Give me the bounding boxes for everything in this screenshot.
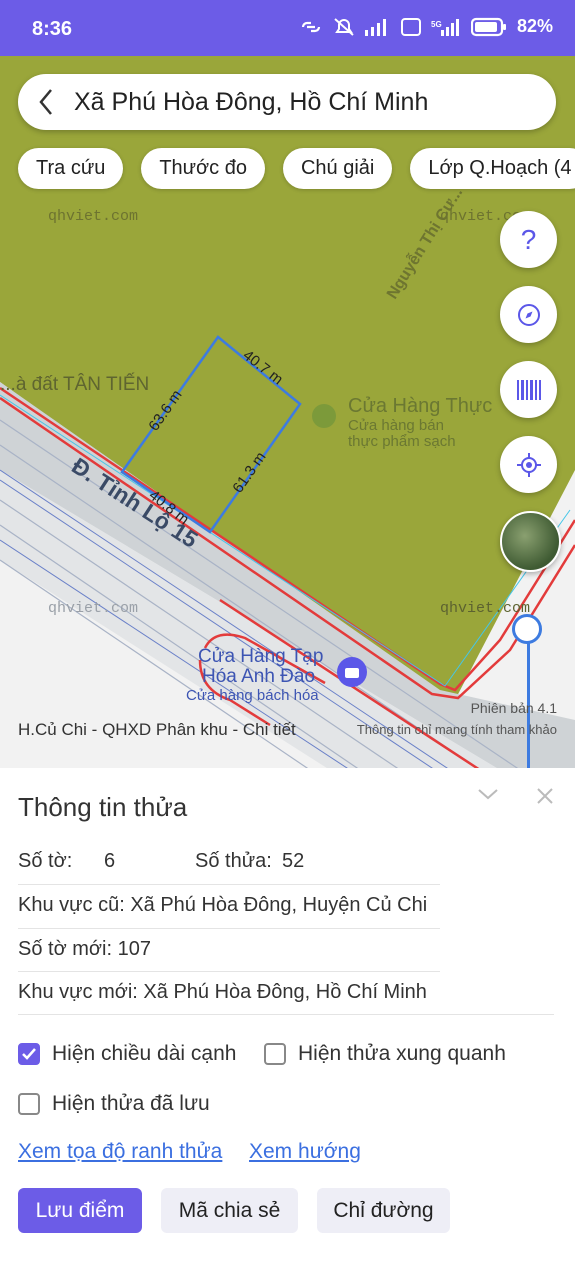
battery-percent: 82%	[516, 16, 553, 36]
panel-title: Thông tin thửa	[18, 792, 188, 822]
volte-icon	[400, 17, 421, 36]
so-to-label: Số tờ:	[18, 850, 73, 872]
chip-tra-cuu[interactable]: Tra cứu	[18, 148, 124, 189]
locate-icon	[516, 452, 541, 477]
view-direction-link[interactable]: Xem hướng	[249, 1140, 361, 1164]
show-neighbors-checkbox[interactable]: Hiện thửa xung quanh	[264, 1042, 506, 1066]
checkbox-unchecked[interactable]	[18, 1093, 40, 1115]
so-thua-label: Số thửa:	[195, 850, 272, 872]
so-thua-value: 52	[282, 850, 305, 872]
save-point-button[interactable]: Lưu điểm	[18, 1188, 142, 1233]
close-icon	[537, 788, 553, 804]
watermark: qhviet.com	[440, 600, 530, 617]
shop-food-name: Cửa Hàng Thực	[348, 395, 492, 417]
sheet-parcel-row: Số tờ: 6 Số thửa: 52	[18, 850, 304, 873]
chevron-left-icon	[39, 89, 52, 115]
status-bar: 8:36 5G 82%	[0, 0, 575, 56]
opacity-slider-handle[interactable]	[512, 614, 542, 644]
barcode-icon	[516, 379, 541, 400]
compass-button[interactable]	[500, 286, 557, 343]
show-saved-checkbox[interactable]: Hiện thửa đã lưu	[18, 1092, 210, 1116]
check-icon	[22, 1048, 36, 1060]
checkbox-label: Hiện thửa đã lưu	[52, 1092, 210, 1115]
collapse-button[interactable]	[476, 786, 500, 807]
new-area-row: Khu vực mới: Xã Phú Hòa Đông, Hồ Chí Min…	[18, 981, 427, 1003]
back-button[interactable]	[18, 74, 74, 130]
map-version: Phiên bản 4.1	[470, 700, 557, 716]
chip-thuoc-do[interactable]: Thước đo	[141, 148, 265, 189]
shop-food-sub2: thực phẩm sạch	[348, 433, 456, 450]
shop-tap-sub: Cửa hàng bách hóa	[186, 687, 319, 704]
old-area-row: Khu vực cũ: Xã Phú Hòa Đông, Huyện Củ Ch…	[18, 894, 428, 916]
chevron-down-icon	[478, 789, 498, 800]
barcode-button[interactable]	[500, 361, 557, 418]
chip-chu-giai[interactable]: Chú giải	[282, 148, 393, 189]
so-to-value: 6	[104, 850, 116, 872]
search-bar[interactable]: Xã Phú Hòa Đông, Hồ Chí Minh	[18, 74, 556, 130]
directions-button[interactable]: Chỉ đường	[317, 1188, 450, 1233]
show-edge-length-checkbox[interactable]: Hiện chiều dài cạnh	[18, 1042, 236, 1066]
mute-icon	[334, 17, 354, 36]
question-icon: ?	[520, 223, 537, 255]
view-coordinates-link[interactable]: Xem tọa độ ranh thửa	[18, 1140, 222, 1164]
divider	[18, 971, 440, 972]
shop-tap-name2: Hóa Anh Đào	[202, 666, 315, 687]
chip-lop-quy-hoach[interactable]: Lớp Q.Hoạch (4	[410, 148, 575, 189]
place-tan-tien: ...à đất TÂN TIẾN	[0, 373, 149, 395]
location-title[interactable]: Xã Phú Hòa Đông, Hồ Chí Minh	[74, 88, 428, 117]
signal-icon	[364, 18, 386, 36]
share-code-button[interactable]: Mã chia sẻ	[161, 1188, 298, 1233]
help-button[interactable]: ?	[500, 211, 557, 268]
divider	[18, 1014, 554, 1015]
my-location-button[interactable]	[500, 436, 557, 493]
new-sheet-row: Số tờ mới: 107	[18, 938, 151, 960]
link-icon	[301, 21, 321, 32]
checkbox-unchecked[interactable]	[264, 1043, 286, 1065]
close-button[interactable]	[536, 784, 554, 812]
status-icons: 5G 82%	[299, 16, 553, 37]
disclaimer: Thông tin chỉ mang tính tham khảo	[356, 722, 557, 737]
parcel-info-panel: Thông tin thửa Số tờ: 6 Số thửa: 52 Khu …	[0, 768, 575, 1280]
divider	[18, 928, 440, 929]
plan-layer-label: H.Củ Chi - QHXD Phân khu - Chi tiết	[18, 720, 296, 739]
checkbox-label: Hiện chiều dài cạnh	[52, 1042, 237, 1065]
shop-pin-icon	[312, 404, 336, 428]
checkbox-checked[interactable]	[18, 1043, 40, 1065]
compass-icon	[517, 303, 540, 326]
status-time: 8:36	[32, 18, 73, 40]
watermark: qhviet.com	[48, 208, 138, 225]
5g-signal-icon: 5G	[431, 18, 459, 36]
battery-icon	[470, 17, 506, 36]
shop-tap-name1: Cửa Hàng Tạp	[198, 646, 323, 667]
shop-food-sub1: Cửa hàng bán	[348, 417, 444, 434]
map-tool-chips: Tra cứu Thước đo Chú giải Lớp Q.Hoạch (4	[18, 148, 575, 189]
satellite-layer-button[interactable]	[500, 511, 561, 572]
divider	[18, 884, 440, 885]
watermark: qhviet.com	[48, 600, 138, 617]
checkbox-label: Hiện thửa xung quanh	[298, 1042, 506, 1065]
svg-text:5G: 5G	[431, 20, 442, 29]
